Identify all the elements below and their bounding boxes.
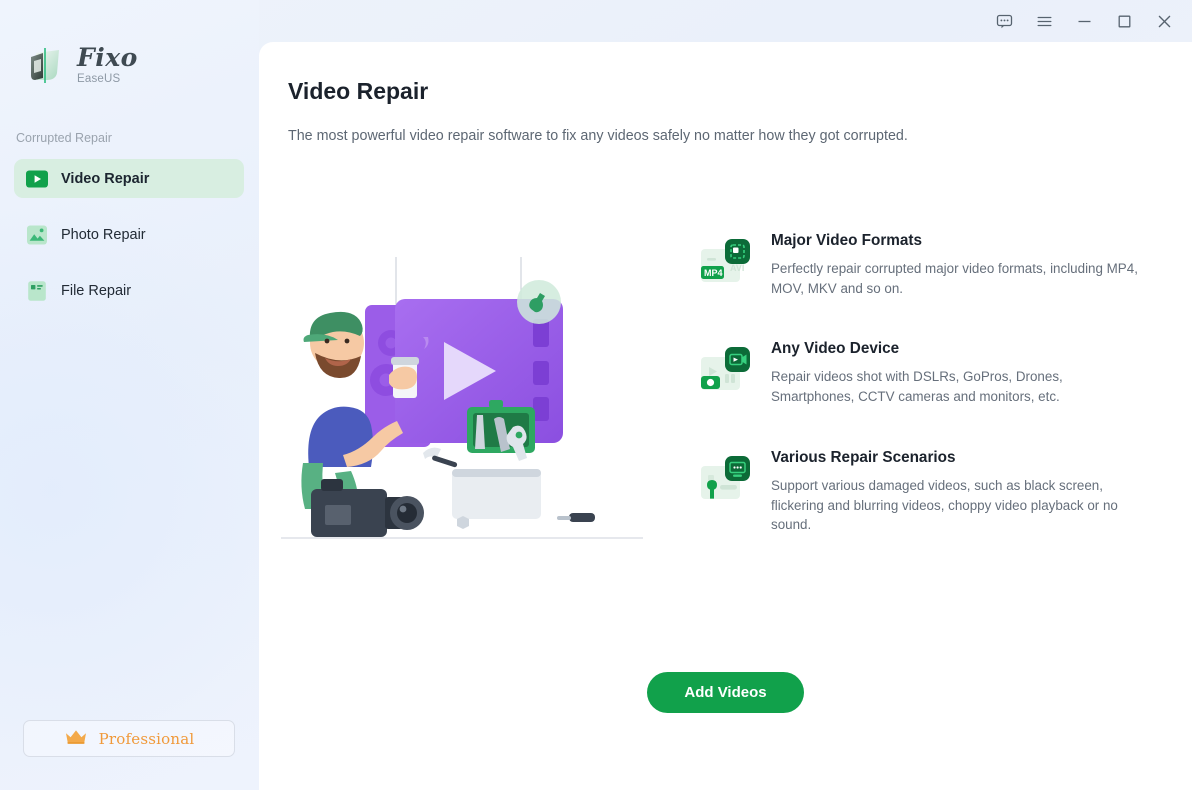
sidebar-section-label: Corrupted Repair: [16, 131, 112, 145]
sidebar-nav: Video Repair Photo Repair File Repair: [14, 159, 244, 327]
feature-description: Support various damaged videos, such as …: [771, 477, 1118, 533]
sidebar-item-label: File Repair: [61, 282, 132, 299]
feature-title: Various Repair Scenarios: [771, 448, 956, 466]
add-videos-button[interactable]: Add Videos: [647, 672, 804, 713]
menu-icon[interactable]: [1024, 6, 1064, 36]
photo-image-icon: [26, 224, 48, 246]
sidebar-item-photo-repair[interactable]: Photo Repair: [14, 215, 244, 254]
app-logo: Fixo EaseUS: [26, 44, 138, 86]
fixo-logo-icon: [26, 44, 68, 86]
crown-icon: [64, 728, 88, 750]
close-icon[interactable]: [1144, 6, 1184, 36]
feature-title: Any Video Device: [771, 340, 900, 358]
logo-brand: EaseUS: [77, 72, 121, 85]
minimize-icon[interactable]: [1064, 6, 1104, 36]
feature-description: Repair videos shot with DSLRs, GoPros, D…: [771, 369, 1063, 405]
sidebar-item-label: Photo Repair: [61, 226, 146, 243]
logo-name: Fixo: [77, 42, 138, 72]
professional-upgrade-button[interactable]: Professional: [23, 720, 235, 757]
feature-item: Any Video Device Repair videos shot with…: [700, 340, 1150, 406]
video-play-icon: [26, 168, 48, 190]
maximize-icon[interactable]: [1104, 6, 1144, 36]
video-camera-device-icon: [700, 346, 754, 398]
video-format-file-icon: AVI MP4: [700, 238, 754, 290]
feature-description: Perfectly repair corrupted major video f…: [771, 261, 1138, 296]
svg-text:AVI: AVI: [730, 263, 744, 273]
feature-item: AVI MP4 Major Video Formats Perfectly re…: [700, 232, 1150, 298]
file-document-icon: [26, 280, 48, 302]
features-list: AVI MP4 Major Video Formats Perfectly re…: [700, 232, 1150, 577]
page-subtitle: The most powerful video repair software …: [288, 128, 908, 144]
sidebar-item-video-repair[interactable]: Video Repair: [14, 159, 244, 198]
sidebar: Fixo EaseUS Corrupted Repair Video Repai…: [0, 0, 259, 790]
svg-text:MP4: MP4: [704, 268, 723, 278]
feedback-icon[interactable]: [984, 6, 1024, 36]
main-content: Video Repair The most powerful video rep…: [259, 42, 1192, 790]
feature-item: Various Repair Scenarios Support various…: [700, 449, 1150, 535]
repair-scenarios-icon: [700, 455, 754, 507]
video-repair-illustration: [281, 257, 661, 572]
sidebar-item-label: Video Repair: [61, 170, 150, 187]
sidebar-item-file-repair[interactable]: File Repair: [14, 271, 244, 310]
professional-label: Professional: [98, 729, 195, 748]
page-title: Video Repair: [288, 78, 429, 104]
feature-title: Major Video Formats: [771, 232, 923, 249]
